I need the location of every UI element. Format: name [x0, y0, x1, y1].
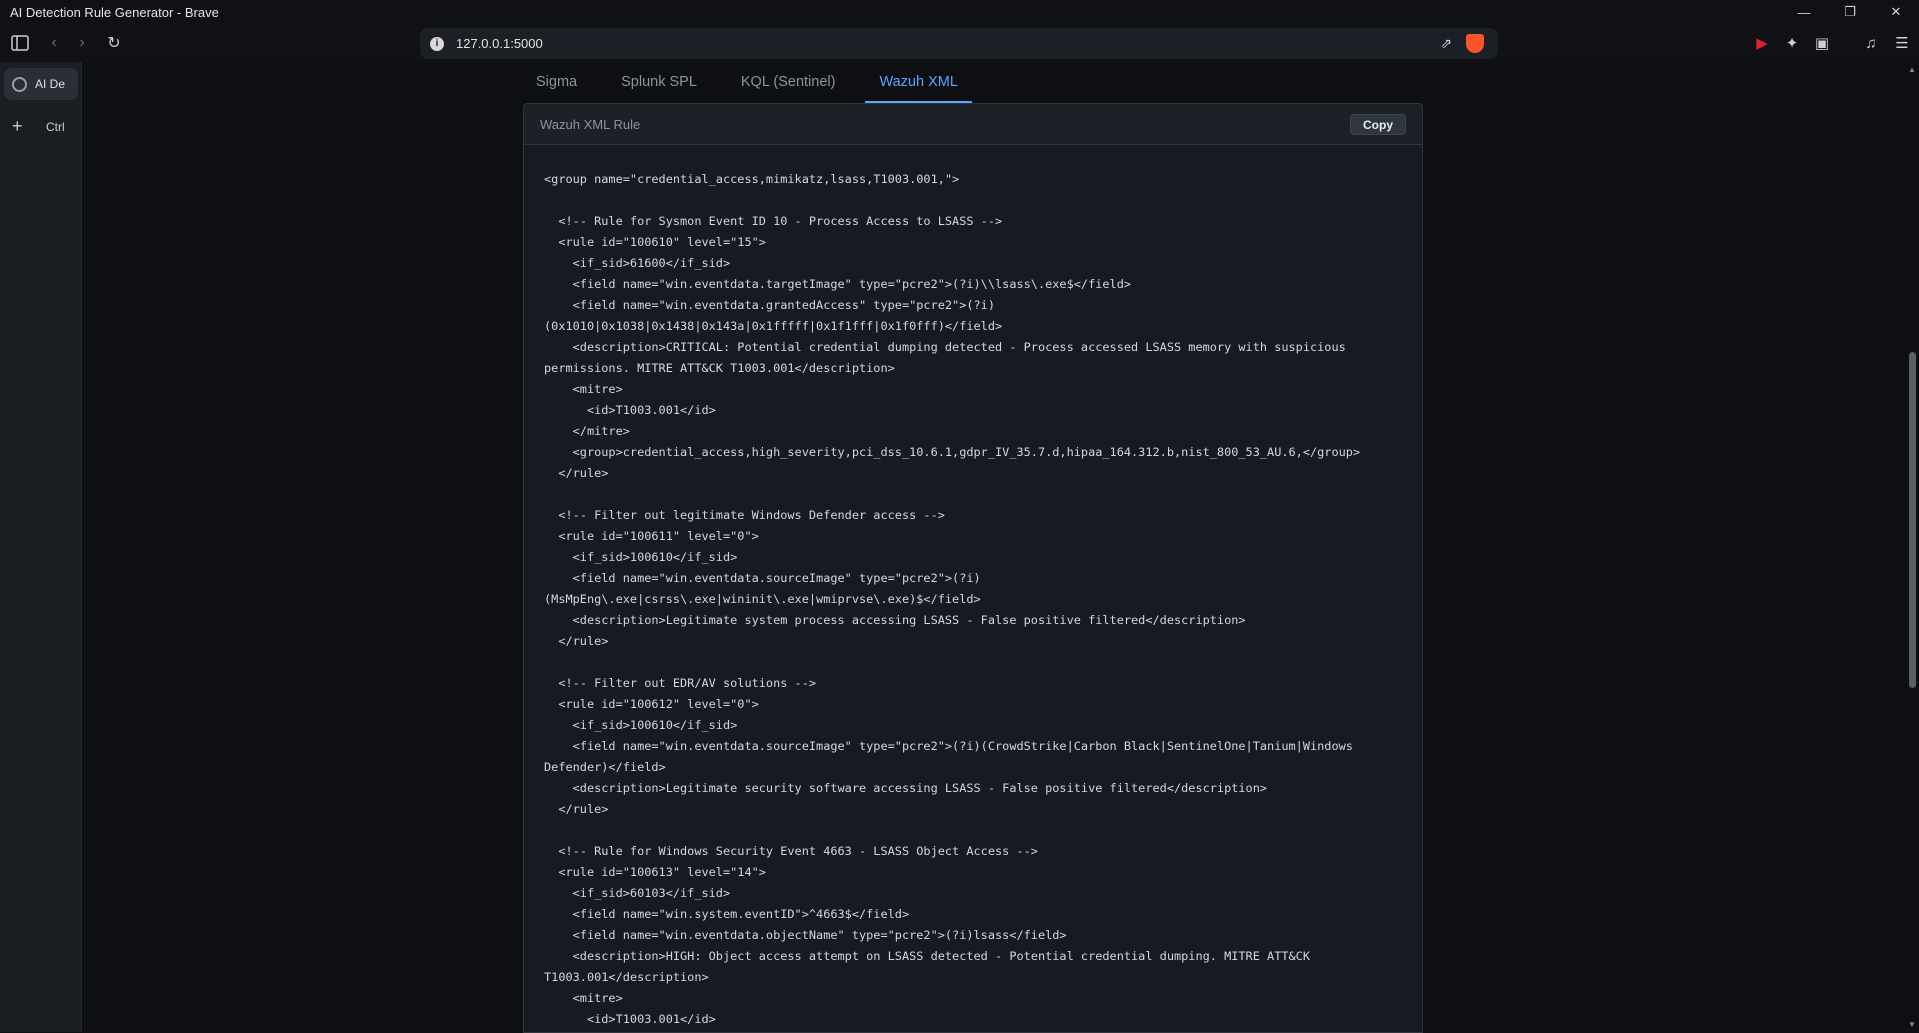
forward-icon[interactable]: › [70, 32, 94, 54]
sidebar-tab-label: AI De [35, 77, 66, 91]
menu-icon[interactable]: ☰ [1891, 32, 1913, 54]
copy-button[interactable]: Copy [1350, 114, 1406, 135]
window-controls: — ❐ ✕ [1781, 0, 1919, 24]
tab-kql-sentinel[interactable]: KQL (Sentinel) [727, 62, 850, 102]
youtube-extension-icon[interactable]: ▶ [1751, 32, 1773, 54]
title-bar: AI Detection Rule Generator - Brave — ❐ … [0, 0, 1919, 24]
format-tabs: Sigma Splunk SPL KQL (Sentinel) Wazuh XM… [522, 62, 988, 103]
sidebar-tab-active[interactable]: AI De [4, 68, 78, 100]
tab-splunk-spl[interactable]: Splunk SPL [607, 62, 711, 102]
extensions-icon[interactable]: ✦ [1781, 32, 1803, 54]
site-info-icon[interactable]: i [430, 36, 444, 51]
tab-sigma[interactable]: Sigma [522, 62, 591, 102]
url-text[interactable]: 127.0.0.1:5000 [456, 36, 543, 51]
share-icon[interactable]: ⇗ [1440, 35, 1452, 52]
media-icon[interactable]: ♫ [1860, 32, 1882, 54]
card-header: Wazuh XML Rule Copy [524, 104, 1422, 145]
wallet-icon[interactable]: ▣ [1811, 32, 1833, 54]
new-tab-shortcut-label: Ctrl [46, 119, 65, 134]
vertical-tabs-sidebar: AI De + Ctrl [0, 62, 82, 1032]
restore-icon[interactable]: ❐ [1827, 0, 1873, 24]
minimize-icon[interactable]: — [1781, 0, 1827, 24]
browser-toolbar: ‹ › ↻ i 127.0.0.1:5000 ⇗ ▶ ✦ ▣ ♫ ☰ [0, 24, 1919, 62]
page-content: Sigma Splunk SPL KQL (Sentinel) Wazuh XM… [82, 62, 1900, 1033]
reload-icon[interactable]: ↻ [102, 32, 126, 54]
plus-icon: + [12, 116, 23, 136]
window-title: AI Detection Rule Generator - Brave [10, 4, 219, 20]
back-icon[interactable]: ‹ [42, 32, 66, 54]
rule-code-block[interactable]: <group name="credential_access,mimikatz,… [524, 145, 1422, 1032]
address-bar[interactable]: i 127.0.0.1:5000 ⇗ [420, 28, 1498, 59]
sidebar-toggle-icon[interactable] [8, 32, 32, 54]
page-scrollbar[interactable]: ▲ ▼ [1906, 62, 1919, 1032]
brave-shields-icon[interactable] [1466, 34, 1484, 53]
close-icon[interactable]: ✕ [1873, 0, 1919, 24]
card-title: Wazuh XML Rule [540, 116, 641, 132]
rule-output-card: Wazuh XML Rule Copy <group name="credent… [523, 103, 1423, 1033]
scroll-up-icon[interactable]: ▲ [1908, 65, 1916, 74]
scroll-down-icon[interactable]: ▼ [1908, 1020, 1916, 1029]
new-tab-button[interactable]: + Ctrl [12, 116, 65, 137]
globe-icon [12, 76, 27, 92]
tab-wazuh-xml[interactable]: Wazuh XML [865, 62, 973, 103]
scrollbar-thumb[interactable] [1909, 352, 1916, 688]
